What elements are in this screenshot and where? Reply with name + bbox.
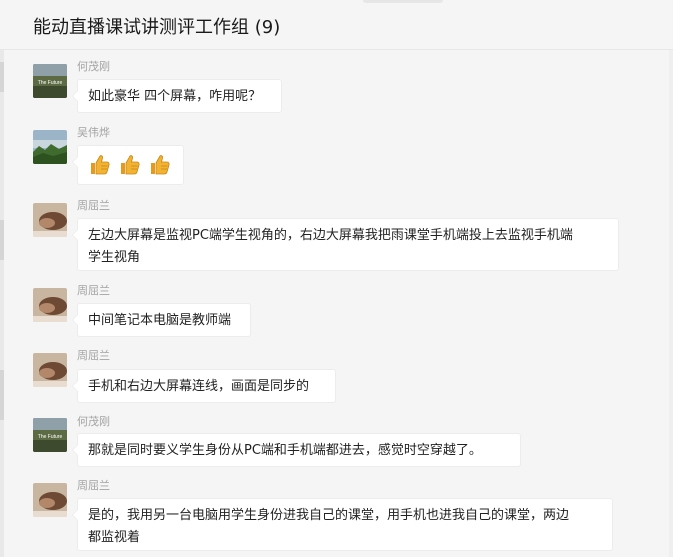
message-text: 手机和右边大屏幕连线，画面是同步的: [88, 379, 310, 394]
sender-name[interactable]: 何茂刚: [77, 413, 110, 429]
thumbs-up-icon: [151, 155, 170, 175]
avatar[interactable]: [33, 483, 67, 517]
avatar-zhouqulan-image: [33, 353, 67, 387]
chat-header: 能动直播课试讲测评工作组 (9): [0, 0, 673, 50]
sender-name[interactable]: 周屈兰: [77, 477, 110, 493]
message-bubble[interactable]: 手机和右边大屏幕连线，画面是同步的: [72, 369, 336, 403]
avatar[interactable]: The Future: [33, 64, 67, 98]
message-text: 那就是同时要义学生身份从PC端和手机端都进去，感觉时空穿越了。: [88, 443, 482, 458]
message-text-line: 学生视角: [88, 250, 141, 265]
message-text: 中间笔记本电脑是教师端: [88, 313, 232, 328]
message-bubble[interactable]: 是的，我用另一台电脑用学生身份进我自己的课堂，用手机也进我自己的课堂，两边 都监…: [72, 498, 613, 551]
thumbs-up-icon: [121, 155, 140, 175]
rail-mark: [0, 220, 4, 260]
message-bubble[interactable]: 那就是同时要义学生身份从PC端和手机端都进去，感觉时空穿越了。: [72, 433, 521, 467]
avatar-hemaogang-image: The Future: [33, 418, 67, 452]
message-text-line: 都监视着: [88, 530, 141, 545]
rail-mark: [0, 370, 4, 420]
sender-name[interactable]: 周屈兰: [77, 197, 110, 213]
emoji-row: [88, 152, 173, 178]
message-text-line: 左边大屏幕是监视PC端学生视角的，右边大屏幕我把雨课堂手机端投上去监视手机端: [88, 228, 573, 243]
avatar[interactable]: [33, 203, 67, 237]
avatar-zhouqulan-image: [33, 203, 67, 237]
avatar[interactable]: [33, 288, 67, 322]
window-drag-handle[interactable]: [363, 0, 443, 3]
avatar-caption: The Future: [38, 434, 63, 440]
session-list-edge: [0, 50, 4, 557]
avatar-hemaogang-image: The Future: [33, 64, 67, 98]
message-scrollbar[interactable]: [669, 50, 673, 557]
message-bubble[interactable]: 左边大屏幕是监视PC端学生视角的，右边大屏幕我把雨课堂手机端投上去监视手机端 学…: [72, 218, 619, 271]
avatar[interactable]: [33, 353, 67, 387]
chat-window: 能动直播课试讲测评工作组 (9) The Future 何茂刚 如此豪华 四个屏…: [0, 0, 673, 557]
avatar-wuweiye-image: [33, 130, 67, 164]
message-text-line: 是的，我用另一台电脑用学生身份进我自己的课堂，用手机也进我自己的课堂，两边: [88, 508, 570, 523]
avatar[interactable]: The Future: [33, 418, 67, 452]
sender-name[interactable]: 周屈兰: [77, 347, 110, 363]
message-bubble[interactable]: [72, 145, 184, 185]
sender-name[interactable]: 何茂刚: [77, 58, 110, 74]
rail-mark: [0, 62, 4, 92]
message-bubble[interactable]: 如此豪华 四个屏幕，咋用呢？: [72, 79, 282, 113]
avatar-zhouqulan-image: [33, 483, 67, 517]
sender-name[interactable]: 周屈兰: [77, 282, 110, 298]
avatar[interactable]: [33, 130, 67, 164]
avatar-caption: The Future: [38, 80, 63, 86]
message-text: 如此豪华 四个屏幕，咋用呢？: [88, 89, 262, 104]
sender-name[interactable]: 吴伟烨: [77, 124, 110, 140]
chat-title: 能动直播课试讲测评工作组 (9): [33, 17, 281, 38]
avatar-zhouqulan-image: [33, 288, 67, 322]
thumbs-up-icon: [91, 155, 110, 175]
message-bubble[interactable]: 中间笔记本电脑是教师端: [72, 303, 251, 337]
